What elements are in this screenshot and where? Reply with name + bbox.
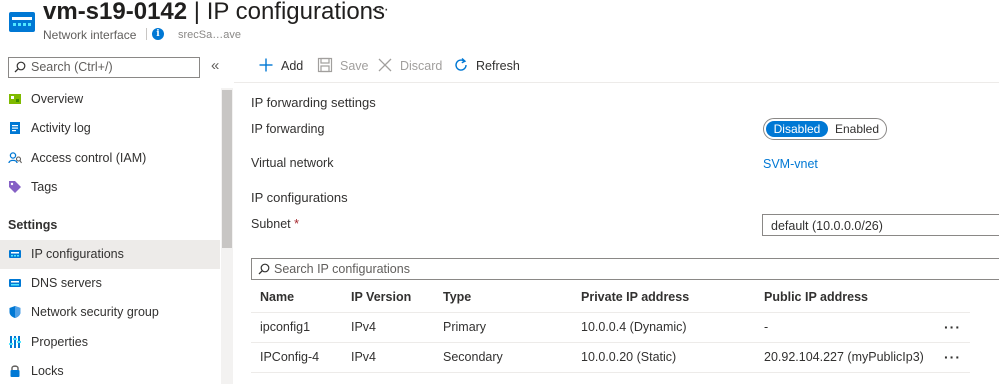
sidebar-item-label: Access control (IAM)	[31, 151, 147, 165]
resource-type: Network interface	[43, 28, 137, 42]
collapse-sidebar-button[interactable]: «	[211, 57, 219, 74]
sidebar-item-locks[interactable]: Locks	[0, 357, 220, 384]
main-content: Add Save Discard Refresh IP forwarding s…	[234, 48, 999, 384]
virtual-network-label: Virtual network	[251, 156, 334, 170]
required-marker: *	[294, 217, 299, 231]
iam-icon	[8, 152, 22, 164]
cell-ip-version: IPv4	[342, 342, 434, 373]
table-row[interactable]: IPConfig-4 IPv4 Secondary 10.0.0.20 (Sta…	[251, 342, 970, 373]
column-header-ip-version[interactable]: IP Version	[342, 282, 434, 313]
subnet-label-text: Subnet	[251, 217, 291, 231]
sidebar-item-label: Overview	[31, 92, 84, 106]
sidebar-scrollbar-thumb[interactable]	[222, 90, 232, 248]
sidebar-item-activity-log[interactable]: Activity log	[0, 114, 220, 143]
network-interface-icon	[9, 12, 35, 32]
plus-icon	[259, 58, 273, 72]
sidebar-item-iam[interactable]: Access control (IAM)	[0, 144, 220, 173]
shield-icon	[9, 306, 21, 318]
sidebar-search-placeholder: Search (Ctrl+/)	[31, 60, 113, 74]
column-header-actions	[935, 282, 970, 313]
sidebar-item-network-security-group[interactable]: Network security group	[0, 298, 220, 327]
sidebar-item-label: Network security group	[31, 305, 159, 319]
close-icon	[378, 58, 392, 72]
lock-icon	[10, 365, 20, 377]
properties-icon	[9, 336, 21, 348]
ip-config-search-input[interactable]: Search IP configurations	[251, 258, 999, 280]
cell-type: Primary	[434, 312, 572, 343]
command-bar: Add Save Discard Refresh	[234, 48, 999, 83]
ip-config-icon	[9, 250, 21, 258]
sidebar-item-overview[interactable]: Overview	[0, 85, 220, 114]
cell-public-ip: -	[755, 312, 935, 343]
subnet-selected-value: default (10.0.0.0/26)	[771, 219, 883, 233]
cell-ip-version: IPv4	[342, 312, 434, 343]
sidebar-item-label: IP configurations	[31, 247, 124, 261]
refresh-icon	[455, 57, 467, 71]
title-separator: |	[187, 0, 207, 25]
ip-forwarding-section-title: IP forwarding settings	[251, 95, 376, 110]
cell-name: IPConfig-4	[251, 342, 342, 373]
sidebar: Search (Ctrl+/) « Overview Activity log …	[0, 48, 234, 384]
save-icon	[317, 57, 333, 73]
tag-icon	[9, 181, 21, 193]
subtitle-divider	[146, 28, 147, 40]
blade-title: IP configurations	[206, 0, 386, 25]
sidebar-item-label: Tags	[31, 180, 58, 194]
subtitle-faded-text: srecSa…ave	[178, 29, 241, 41]
toggle-option-enabled[interactable]: Enabled	[830, 121, 884, 137]
refresh-button-label: Refresh	[476, 59, 520, 73]
row-more-actions-button[interactable]: ···	[935, 312, 970, 343]
search-icon	[258, 263, 270, 275]
cell-private-ip: 10.0.0.20 (Static)	[572, 342, 755, 373]
table-row[interactable]: ipconfig1 IPv4 Primary 10.0.0.4 (Dynamic…	[251, 312, 970, 343]
resource-name: vm-s19-0142	[43, 0, 188, 25]
cell-public-ip: 20.92.104.227 (myPublicIp3)	[755, 342, 935, 373]
subnet-label: Subnet *	[251, 217, 299, 231]
search-icon	[14, 61, 26, 73]
add-button-label: Add	[281, 59, 304, 73]
sidebar-section-settings: Settings	[8, 218, 58, 232]
page-header: vm-s19-0142 | IP configurations ··· Netw…	[0, 0, 999, 48]
sidebar-search-input[interactable]: Search (Ctrl+/)	[8, 57, 200, 78]
ip-forwarding-toggle[interactable]: Disabled Enabled	[763, 118, 887, 140]
ip-configurations-table: Name IP Version Type Private IP address …	[251, 282, 970, 373]
table-header-row: Name IP Version Type Private IP address …	[251, 282, 970, 313]
toggle-option-disabled[interactable]: Disabled	[766, 121, 828, 137]
ip-configurations-section-title: IP configurations	[251, 190, 348, 205]
more-actions-button[interactable]: ···	[371, 1, 390, 19]
cell-type: Secondary	[434, 342, 572, 373]
sidebar-scrollbar[interactable]	[221, 88, 233, 384]
ip-config-search-placeholder: Search IP configurations	[274, 262, 410, 276]
sidebar-item-ip-configurations[interactable]: IP configurations	[0, 240, 220, 269]
virtual-network-link[interactable]: SVM-vnet	[763, 157, 818, 171]
dns-icon	[9, 279, 21, 287]
column-header-private-ip[interactable]: Private IP address	[572, 282, 755, 313]
sidebar-item-label: DNS servers	[31, 276, 102, 290]
column-header-public-ip[interactable]: Public IP address	[755, 282, 935, 313]
ip-forwarding-label: IP forwarding	[251, 122, 325, 136]
sidebar-item-tags[interactable]: Tags	[0, 173, 220, 202]
sidebar-item-label: Locks	[31, 364, 64, 378]
subnet-dropdown[interactable]: default (10.0.0.0/26)	[762, 214, 999, 236]
sidebar-item-label: Activity log	[31, 121, 91, 135]
overview-icon	[9, 94, 21, 104]
column-header-type[interactable]: Type	[434, 282, 572, 313]
activity-log-icon	[10, 122, 20, 134]
sidebar-item-label: Properties	[31, 335, 88, 349]
page-title: vm-s19-0142 | IP configurations	[43, 0, 385, 26]
sidebar-item-properties[interactable]: Properties	[0, 328, 220, 357]
info-icon[interactable]: i	[152, 28, 164, 40]
cell-name: ipconfig1	[251, 312, 342, 343]
column-header-name[interactable]: Name	[251, 282, 342, 313]
cell-private-ip: 10.0.0.4 (Dynamic)	[572, 312, 755, 343]
save-button-label: Save	[340, 59, 369, 73]
discard-button-label: Discard	[400, 59, 443, 73]
row-more-actions-button[interactable]: ···	[935, 342, 970, 373]
sidebar-item-dns-servers[interactable]: DNS servers	[0, 269, 220, 298]
